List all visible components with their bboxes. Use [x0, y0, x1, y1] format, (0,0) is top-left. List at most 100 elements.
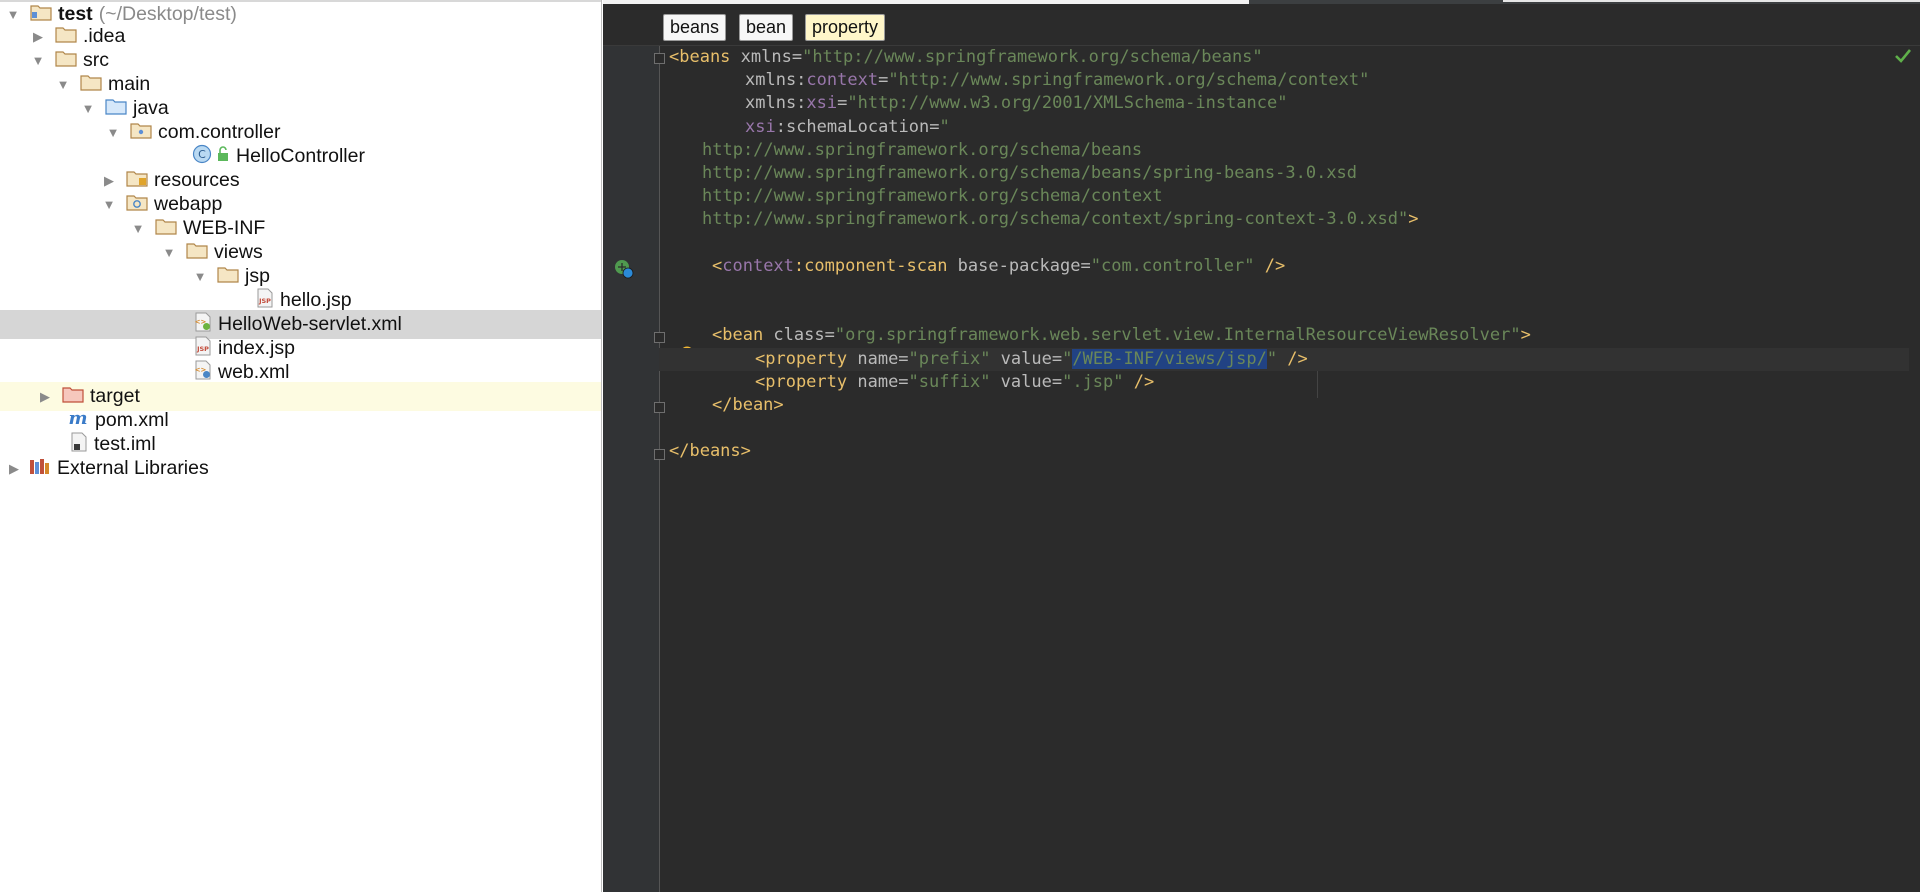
breadcrumb-property[interactable]: property — [805, 14, 886, 41]
code-line-1: <beans xmlns="http://www.springframework… — [669, 46, 1263, 69]
code-token: " — [939, 116, 950, 137]
tree-item-label: hello.jsp — [280, 289, 352, 312]
breadcrumb: beans bean property — [603, 6, 1920, 46]
code-token: value= — [990, 371, 1063, 392]
fold-marker-icon[interactable] — [654, 449, 665, 460]
tab-strip-light — [603, 0, 1249, 4]
code-token: ".jsp" — [1062, 371, 1124, 392]
chevron-right-icon[interactable]: ▶ — [98, 173, 120, 189]
code-line-2: xmlns:context="http://www.springframewor… — [745, 69, 1369, 92]
fold-marker-icon[interactable] — [654, 402, 665, 413]
code-token: :component-scan — [793, 255, 948, 276]
code-line-10: <context:component-scan base-package="co… — [712, 255, 1285, 278]
tree-item-label: HelloWeb-servlet.xml — [218, 313, 402, 336]
code-token: class= — [763, 325, 835, 346]
tree-item-label: test.iml — [94, 433, 156, 456]
gutter-divider — [659, 46, 660, 892]
code-token: > — [1408, 209, 1419, 230]
chevron-down-icon[interactable]: ▼ — [27, 53, 49, 68]
chevron-down-icon[interactable]: ▼ — [52, 77, 74, 92]
tree-item-label: resources — [154, 169, 240, 192]
chevron-down-icon[interactable]: ▼ — [2, 7, 24, 22]
code-line-6: http://www.springframework.org/schema/be… — [702, 162, 1357, 185]
code-token: "http://www.w3.org/2001/XMLSchema-instan… — [847, 93, 1288, 114]
libraries-icon — [29, 457, 51, 481]
code-token: "http://www.springframework.org/schema/b… — [802, 47, 1263, 67]
chevron-down-icon[interactable]: ▼ — [98, 197, 120, 212]
code-token: " — [1062, 348, 1073, 369]
code-token: <property — [755, 371, 848, 392]
code-token: value= — [990, 348, 1063, 369]
tree-item-label: pom.xml — [95, 409, 169, 432]
code-line-18: </beans> — [669, 440, 751, 463]
code-token: xmlns: — [745, 70, 807, 91]
chevron-down-icon[interactable]: ▼ — [127, 221, 149, 236]
breadcrumb-beans[interactable]: beans — [663, 14, 727, 41]
breadcrumb-bean[interactable]: bean — [739, 14, 794, 41]
tree-item-label: External Libraries — [57, 457, 209, 480]
code-editor[interactable]: beans bean property <beans xmlns="http:/… — [603, 0, 1920, 892]
code-token: <beans — [669, 47, 731, 67]
chevron-right-icon[interactable]: ▶ — [34, 389, 56, 405]
code-area[interactable]: <beans xmlns="http://www.springframework… — [659, 46, 1909, 892]
code-token: http://www.springframework.org/schema/be… — [702, 139, 1143, 160]
fold-marker-icon[interactable] — [654, 53, 665, 64]
code-token: < — [712, 255, 723, 276]
code-token: "com.controller" — [1090, 255, 1255, 276]
code-token: " — [1266, 348, 1278, 369]
chevron-down-icon[interactable]: ▼ — [102, 125, 124, 140]
svg-text:JSP: JSP — [196, 345, 209, 353]
tree-item-label: com.controller — [158, 121, 281, 144]
code-token: /> — [1254, 255, 1286, 276]
tree-item-label: views — [214, 241, 263, 264]
tree-item-label: .idea — [83, 25, 126, 48]
code-token: base-package= — [947, 255, 1091, 276]
code-line-4: xsi:schemaLocation=" — [745, 116, 950, 139]
code-token: </bean> — [712, 395, 784, 415]
code-token: = — [878, 70, 889, 91]
svg-text:C: C — [198, 148, 206, 161]
code-token: "suffix" — [908, 371, 991, 392]
code-token: xmlns= — [730, 47, 803, 67]
code-line-8: http://www.springframework.org/schema/co… — [702, 208, 1418, 231]
code-token: xmlns: — [745, 93, 807, 114]
project-tree: ▼ test (~/Desktop/test) ▶ .idea ▼ src ▼ … — [0, 0, 602, 892]
code-token: xsi — [806, 93, 838, 114]
lock-open-icon — [216, 145, 230, 168]
code-line-14: <property name="prefix" value="/WEB-INF/… — [659, 347, 1909, 371]
tree-item-label: web.xml — [218, 361, 290, 384]
selected-text[interactable]: /WEB-INF/views/jsp/ — [1072, 348, 1267, 369]
chevron-down-icon[interactable]: ▼ — [158, 245, 180, 260]
tree-item-label: main — [108, 73, 151, 96]
code-token: <property — [755, 348, 848, 369]
code-line-16: </bean> — [712, 394, 784, 417]
spring-bean-icon[interactable] — [613, 258, 635, 285]
code-token: http://www.springframework.org/schema/co… — [702, 186, 1163, 207]
fold-marker-icon[interactable] — [654, 332, 665, 343]
tab-strip-light-right — [1503, 0, 1920, 2]
code-token: <bean — [712, 325, 764, 346]
code-token: "org.springframework.web.servlet.view.In… — [834, 325, 1521, 346]
chevron-right-icon[interactable]: ▶ — [27, 29, 49, 45]
code-token: /> — [1123, 371, 1155, 392]
code-line-5: http://www.springframework.org/schema/be… — [702, 139, 1142, 162]
code-token: name= — [847, 371, 909, 392]
code-token: context — [806, 70, 879, 91]
code-line-7: http://www.springframework.org/schema/co… — [702, 185, 1163, 208]
code-token: > — [1520, 325, 1531, 346]
code-token: http://www.springframework.org/schema/be… — [702, 163, 1358, 183]
code-token: http://www.springframework.org/schema/co… — [702, 209, 1409, 230]
tree-item-label: HelloController — [236, 145, 365, 168]
code-token: = — [837, 93, 848, 114]
chevron-down-icon[interactable]: ▼ — [189, 269, 211, 284]
tree-item-external-libraries[interactable]: ▶ External Libraries — [0, 454, 601, 483]
chevron-down-icon[interactable]: ▼ — [77, 101, 99, 116]
code-line-15: <property name="suffix" value=".jsp" /> — [755, 371, 1154, 394]
tree-item-label: java — [133, 97, 169, 120]
tree-item-label: index.jsp — [218, 337, 295, 360]
chevron-right-icon[interactable]: ▶ — [3, 461, 25, 477]
tree-item-label: jsp — [245, 265, 270, 288]
tree-item-label: src — [83, 49, 109, 72]
editor-gutter[interactable] — [603, 46, 659, 892]
code-token: name= — [847, 348, 909, 369]
